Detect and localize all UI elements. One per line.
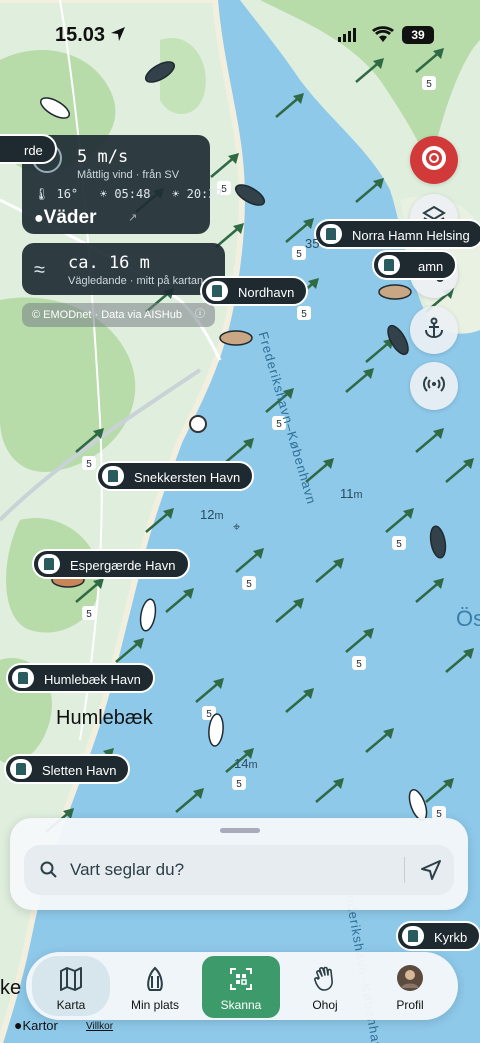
- sunset-time: 20:37: [186, 187, 223, 201]
- harbour-label[interactable]: rde: [0, 134, 57, 164]
- svg-text:5: 5: [236, 779, 242, 790]
- depth-sounding: 11m: [340, 486, 363, 501]
- map-attribution[interactable]: © EMODnet · Data via AISHub ⓘ: [22, 303, 215, 327]
- boat-icon: [143, 966, 167, 992]
- tab-bar: Karta Min plats Skanna Ohoj Profil: [26, 952, 458, 1020]
- harbour-label[interactable]: Espergærde Havn: [32, 549, 190, 579]
- wind-value-marker: 5: [242, 576, 256, 590]
- search-icon: [40, 861, 58, 884]
- weather-details-row: 🌡 16° ☀ 05:48 ☀ 20:37: [34, 187, 223, 201]
- wifi-icon: [372, 26, 394, 47]
- svg-text:5: 5: [86, 459, 92, 470]
- svg-text:5: 5: [301, 309, 307, 320]
- maps-brand: ●Kartor: [14, 1017, 58, 1033]
- depth-panel[interactable]: ≈ ca. 16 m Vägledande · mitt på kartan: [22, 243, 225, 295]
- harbour-label[interactable]: Nordhavn: [200, 276, 309, 306]
- wind-value-marker: 5: [232, 776, 246, 790]
- wind-value-marker: 5: [392, 536, 406, 550]
- broadcast-icon: [422, 372, 446, 401]
- tab-ohoj[interactable]: Ohoj: [286, 956, 364, 1016]
- info-icon[interactable]: ⓘ: [195, 303, 205, 327]
- external-link-icon: ↗: [128, 212, 138, 224]
- depth-value: ca. 16 m: [68, 253, 150, 273]
- cellular-signal-icon: [338, 28, 358, 47]
- wind-value-marker: 5: [352, 656, 366, 670]
- sunrise-icon: ☀: [99, 187, 108, 201]
- anchor-button[interactable]: [410, 306, 458, 354]
- map-center-crosshair-icon: ⌖: [233, 519, 241, 534]
- wind-speed: 5 m/s: [77, 147, 129, 167]
- search-sheet[interactable]: [10, 818, 468, 910]
- wind-value-marker: 5: [422, 76, 436, 90]
- depth-sounding: 14m: [234, 756, 258, 771]
- svg-text:5: 5: [396, 539, 402, 550]
- region-label-west: ke: [0, 977, 22, 999]
- harbour-icon: [378, 255, 400, 275]
- sheet-grabber[interactable]: [220, 828, 260, 833]
- apple-logo-icon: ●: [34, 210, 44, 227]
- harbour-icon: [102, 466, 124, 486]
- divider: [404, 857, 405, 883]
- tab-karta[interactable]: Karta: [32, 956, 110, 1016]
- svg-text:5: 5: [86, 609, 92, 620]
- search-bar[interactable]: [24, 845, 454, 895]
- depth-description: Vägledande · mitt på kartan: [68, 275, 204, 287]
- temperature: 16°: [56, 187, 79, 201]
- vessel-marker-icon[interactable]: [219, 330, 253, 346]
- location-arrow-icon: [110, 26, 126, 47]
- harbour-label[interactable]: Snekkersten Havn: [96, 461, 255, 491]
- wind-value-marker: 5: [82, 456, 96, 470]
- tab-min-plats[interactable]: Min plats: [116, 956, 194, 1016]
- harbour-icon: [402, 926, 424, 946]
- harbour-icon: [38, 554, 60, 574]
- harbour-icon: [206, 281, 228, 301]
- thermometer-icon: 🌡: [34, 187, 50, 201]
- lifebuoy-icon: [421, 145, 447, 176]
- depth-sounding: 35: [305, 236, 320, 251]
- status-bar: 15.03 39: [0, 20, 480, 52]
- tab-profil[interactable]: Profil: [371, 956, 449, 1016]
- wind-value-marker: 5: [292, 246, 306, 260]
- wind-value-marker: 5: [297, 306, 311, 320]
- tab-skanna[interactable]: Skanna: [202, 956, 280, 1018]
- battery-indicator: 39: [402, 26, 434, 44]
- harbour-label[interactable]: Sletten Havn: [4, 754, 131, 784]
- search-input[interactable]: [70, 857, 390, 883]
- harbour-label[interactable]: Kyrkb: [396, 921, 480, 951]
- vessel-marker-icon[interactable]: [378, 284, 412, 300]
- map-icon: [59, 966, 83, 992]
- harbour-icon: [12, 668, 34, 688]
- depth-sounding: 12m: [200, 507, 224, 522]
- ais-broadcast-button[interactable]: [410, 362, 458, 410]
- wind-description: Måttlig vind · från SV: [77, 169, 180, 181]
- weather-brand: ●Väder: [34, 207, 97, 228]
- waves-icon: ≈: [34, 259, 45, 281]
- sunset-icon: ☀: [172, 187, 180, 201]
- anchor-icon: [422, 316, 446, 345]
- wind-value-marker: 5: [82, 606, 96, 620]
- town-label: Humlebæk: [56, 707, 153, 729]
- terms-link[interactable]: Villkor: [86, 1021, 113, 1032]
- harbour-label[interactable]: Norra Hamn Helsing: [314, 219, 480, 249]
- emergency-lifebuoy-button[interactable]: [410, 136, 458, 184]
- harbour-icon: [10, 759, 32, 779]
- region-label: Ös: [456, 606, 480, 631]
- svg-text:5: 5: [356, 659, 362, 670]
- svg-text:5: 5: [296, 249, 302, 260]
- wave-hand-icon: [313, 966, 337, 992]
- navigation-arrow-icon[interactable]: [420, 859, 442, 886]
- harbour-icon: [320, 224, 342, 244]
- sunrise-time: 05:48: [114, 187, 151, 201]
- svg-text:5: 5: [246, 579, 252, 590]
- svg-text:5: 5: [426, 79, 432, 90]
- qr-scan-icon: [229, 966, 253, 992]
- harbour-label[interactable]: amn: [372, 250, 458, 280]
- avatar: [397, 965, 423, 992]
- harbour-label[interactable]: Humlebæk Havn: [6, 663, 155, 693]
- clock: 15.03: [55, 24, 106, 46]
